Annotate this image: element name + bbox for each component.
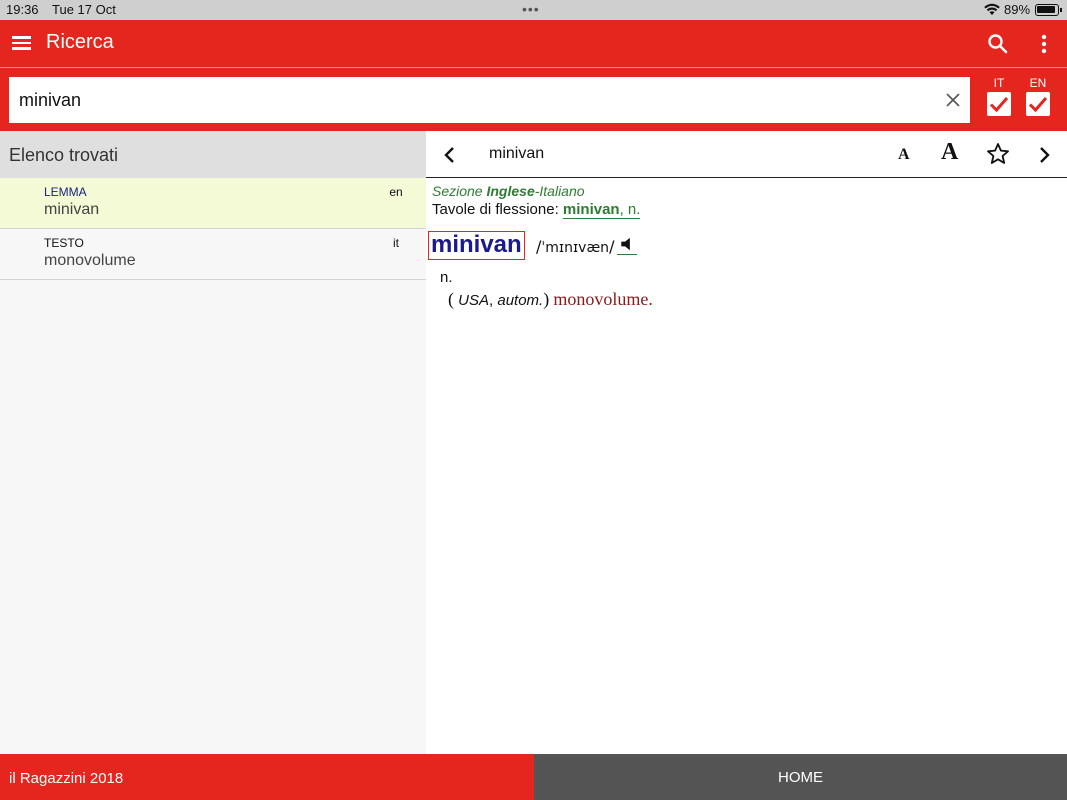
status-time: 19:36 — [6, 2, 39, 17]
hamburger-menu-icon[interactable] — [12, 33, 34, 53]
sense-label-autom: autom. — [497, 292, 544, 309]
inflection-pos: , n. — [619, 201, 641, 218]
font-decrease-button[interactable]: A — [898, 146, 910, 164]
language-label-en: EN — [1029, 76, 1047, 90]
close-icon[interactable] — [945, 92, 961, 108]
entry-pane: minivan A A Sezione Inglese-Italiano Tav… — [426, 131, 1067, 754]
entry-toolbar: minivan A A — [426, 131, 1067, 178]
result-language: it — [393, 236, 399, 250]
home-button[interactable]: HOME — [534, 754, 1067, 800]
sense-paren-open: ( — [448, 289, 454, 309]
translation: monovolume. — [553, 289, 653, 309]
inflection-word: minivan — [562, 201, 620, 218]
sense-paren-close: ) — [543, 289, 550, 309]
checkbox-it[interactable] — [987, 92, 1011, 116]
search-bar: IT EN — [0, 67, 1067, 131]
multitasking-dots-icon[interactable]: ••• — [522, 1, 540, 17]
headword: minivan — [431, 231, 522, 258]
pron-close: / — [609, 237, 615, 256]
result-type: LEMMA — [44, 185, 87, 199]
font-increase-button[interactable]: A — [941, 139, 958, 166]
list-item[interactable]: LEMMA minivan en — [0, 178, 426, 229]
result-word: monovolume — [44, 252, 136, 269]
inflection-tables: Tavole di flessione: minivan, n. — [432, 201, 641, 219]
inflection-label: Tavole di flessione: — [432, 201, 563, 218]
chevron-right-icon[interactable] — [1034, 144, 1054, 166]
sense-label-usa: USA — [458, 292, 490, 309]
more-vert-icon[interactable] — [1034, 32, 1054, 56]
status-bar: 19:36 Tue 17 Oct ••• 89% — [0, 0, 1067, 20]
result-word: minivan — [44, 201, 100, 218]
checkbox-en[interactable] — [1026, 92, 1050, 116]
chevron-left-icon[interactable] — [440, 144, 460, 166]
search-input[interactable] — [19, 77, 919, 123]
page-title: Ricerca — [46, 31, 114, 53]
section-suffix: -Italiano — [534, 183, 585, 199]
part-of-speech: n. — [440, 269, 453, 286]
results-pane: Elenco trovati LEMMA minivan en TESTO mo… — [0, 131, 426, 754]
status-date: Tue 17 Oct — [52, 2, 116, 17]
battery-percent: 89% — [1004, 2, 1031, 17]
section-language: Inglese — [486, 183, 535, 199]
language-filter-it: IT — [986, 76, 1012, 116]
pron-ipa: ˈmɪnɪvæn — [541, 240, 610, 256]
inflection-link[interactable]: minivan, n. — [562, 201, 641, 219]
results-header: Elenco trovati — [0, 131, 426, 178]
section-label: Sezione Inglese-Italiano — [432, 183, 585, 199]
result-type: TESTO — [44, 236, 84, 250]
sense-separator: , — [489, 292, 494, 309]
headword-box: minivan — [428, 231, 525, 260]
section-prefix: Sezione — [432, 183, 487, 199]
sense: ( USA, autom.) monovolume. — [448, 289, 653, 310]
search-icon[interactable] — [986, 32, 1010, 56]
battery-icon — [1035, 4, 1062, 16]
app-bar: Ricerca — [0, 20, 1067, 67]
search-box — [9, 77, 970, 123]
pronunciation: /ˈmɪnɪvæn/ — [536, 237, 614, 256]
entry-title: minivan — [489, 145, 545, 162]
wifi-icon — [984, 3, 1000, 15]
result-language: en — [389, 185, 403, 199]
footer-brand: il Ragazzini 2018 — [0, 754, 534, 800]
language-label-it: IT — [993, 76, 1005, 90]
speaker-icon[interactable] — [617, 235, 637, 255]
star-icon[interactable] — [986, 142, 1010, 166]
list-item[interactable]: TESTO monovolume it — [0, 229, 426, 280]
language-filter-en: EN — [1025, 76, 1051, 116]
